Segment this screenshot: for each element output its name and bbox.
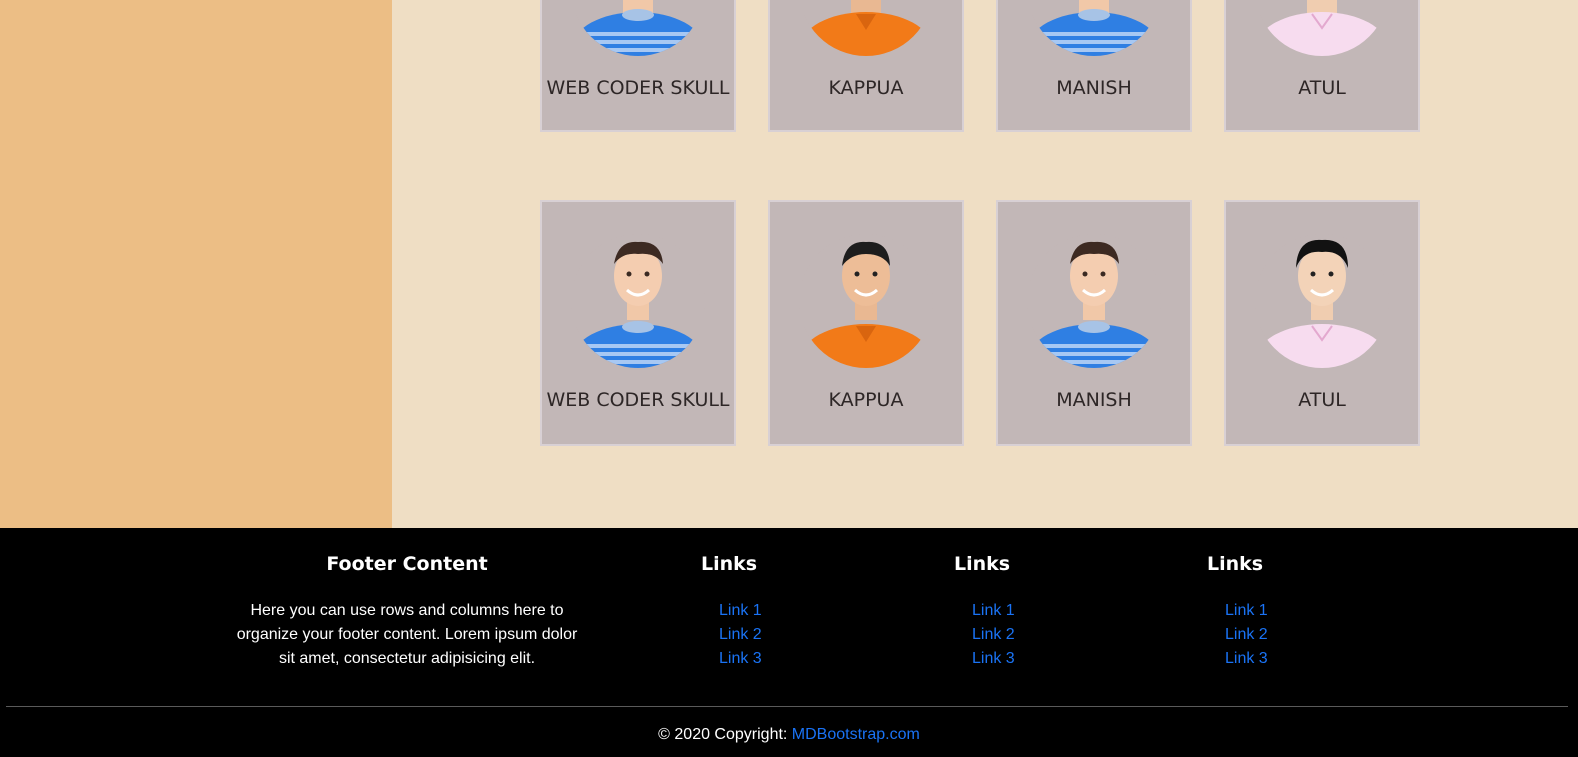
copyright-text: © 2020 Copyright: [658,726,792,743]
footer-links-title: Links [701,553,758,575]
person-pink-shirt-avatar [1255,0,1389,56]
footer-link[interactable]: Link 1 [972,602,1015,619]
footer-link[interactable]: Link 1 [719,602,762,619]
copyright-link[interactable]: MDBootstrap.com [792,726,920,743]
page-top: WEB CODER SKULL KAPPUA MANISH ATUL WEB C… [0,0,1578,528]
team-member-name: MANISH [1056,389,1132,411]
person-pink-shirt-avatar [1255,234,1389,368]
footer-links-title: Links [1207,553,1264,575]
person-striped-shirt-avatar [571,0,705,56]
footer-links-list: Link 1 Link 2 Link 3 [1207,599,1367,671]
footer-link[interactable]: Link 2 [719,626,762,643]
team-card[interactable]: ATUL [1224,0,1420,132]
person-striped-shirt-avatar [1027,234,1161,368]
team-member-name: MANISH [1056,77,1132,99]
team-card[interactable]: WEB CODER SKULL [540,200,736,446]
team-section: WEB CODER SKULL KAPPUA MANISH ATUL WEB C… [392,0,1578,528]
team-member-name: KAPPUA [828,389,904,411]
team-card[interactable]: WEB CODER SKULL [540,0,736,132]
footer-link[interactable]: Link 3 [719,650,762,667]
team-member-name: WEB CODER SKULL [546,77,730,99]
team-card[interactable]: MANISH [996,0,1192,132]
footer-content-column: Footer Content Here you can use rows and… [232,552,582,671]
footer-links-list: Link 1 Link 2 Link 3 [701,599,861,671]
footer-divider [6,706,1568,707]
copyright-bar: © 2020 Copyright: MDBootstrap.com [0,723,1578,747]
team-member-name: ATUL [1298,77,1346,99]
person-orange-shirt-avatar [799,234,933,368]
team-card[interactable]: KAPPUA [768,200,964,446]
footer-link[interactable]: Link 3 [1225,650,1268,667]
team-member-name: ATUL [1298,389,1346,411]
footer-links-column: Links Link 1 Link 2 Link 3 [1207,552,1367,671]
footer-links-column: Links Link 1 Link 2 Link 3 [954,552,1114,671]
footer-content-text: Here you can use rows and columns here t… [236,602,578,667]
footer-content-title: Footer Content [326,553,488,575]
footer-links-list: Link 1 Link 2 Link 3 [954,599,1114,671]
team-card[interactable]: ATUL [1224,200,1420,446]
team-card[interactable]: KAPPUA [768,0,964,132]
footer-link[interactable]: Link 2 [972,626,1015,643]
sidebar [0,0,392,528]
footer-link[interactable]: Link 2 [1225,626,1268,643]
team-card[interactable]: MANISH [996,200,1192,446]
team-member-name: KAPPUA [828,77,904,99]
footer-link[interactable]: Link 1 [1225,602,1268,619]
footer-link[interactable]: Link 3 [972,650,1015,667]
footer: Footer Content Here you can use rows and… [0,528,1578,757]
person-striped-shirt-avatar [1027,0,1161,56]
person-striped-shirt-avatar [571,234,705,368]
footer-links-title: Links [954,553,1011,575]
footer-links-column: Links Link 1 Link 2 Link 3 [701,552,861,671]
person-orange-shirt-avatar [799,0,933,56]
team-member-name: WEB CODER SKULL [546,389,730,411]
